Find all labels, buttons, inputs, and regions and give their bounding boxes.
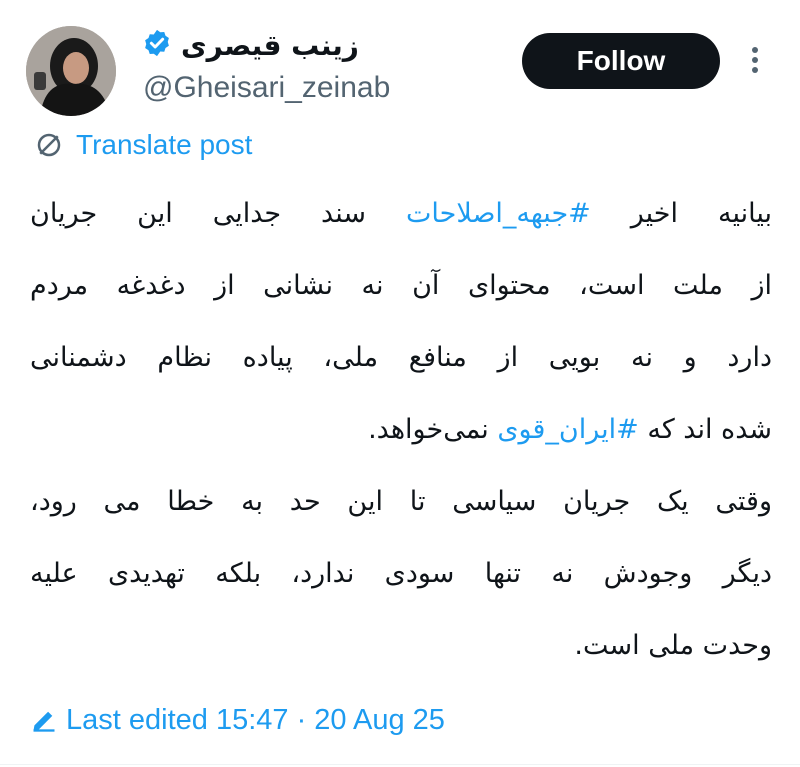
- tweet-line: شده اند که #ایران_قوی نمی‌خواهد.: [30, 394, 772, 466]
- tweet-line: بیانیه اخیر #جبهه_اصلاحات سند جدایی این …: [30, 178, 772, 250]
- last-edited-label: Last edited 15:47 · 20 Aug 25: [66, 703, 445, 736]
- follow-button[interactable]: Follow: [522, 33, 720, 89]
- translate-globe-icon: [37, 133, 61, 157]
- translate-post-label: Translate post: [76, 129, 253, 160]
- tweet-line: دیگر وجودش نه تنها سودی ندارد، بلکه تهدی…: [30, 538, 772, 610]
- username[interactable]: @Gheisari_zeinab: [143, 69, 390, 107]
- tweet-text-segment: سند جدایی این جریان: [30, 198, 406, 229]
- display-name-text: زینب قیصری: [181, 29, 359, 62]
- avatar[interactable]: [26, 26, 116, 116]
- tweet-line: از ملت است، محتوای آن نه نشانی از دغدغه …: [30, 250, 772, 322]
- tweet-text-segment: بیانیه اخیر: [590, 198, 772, 229]
- divider: [0, 764, 800, 765]
- translate-post-link[interactable]: Translate post: [34, 125, 252, 165]
- tweet-text-segment: نمی‌خواهد.: [368, 414, 498, 445]
- tweet-line: دارد و نه بویی از منافع ملی، پیاده نظام …: [30, 322, 772, 394]
- tweet-text-segment: از ملت است، محتوای آن نه نشانی از دغدغه …: [30, 270, 772, 301]
- last-edited-link[interactable]: Last edited 15:47 · 20 Aug 25: [30, 698, 445, 742]
- verified-badge-icon: [145, 29, 169, 57]
- tweet-text-segment: وحدت ملی است.: [574, 630, 772, 661]
- tweet-text-segment: دارد و نه بویی از منافع ملی، پیاده نظام …: [30, 342, 772, 373]
- tweet-line: وقتی یک جریان سیاسی تا این حد به خطا می …: [30, 466, 772, 538]
- pencil-icon: [33, 711, 55, 732]
- more-options-button[interactable]: [740, 45, 770, 75]
- tweet-text-segment: شده اند که: [638, 414, 772, 445]
- display-name[interactable]: زینب قیصری: [143, 28, 359, 64]
- tweet-text-segment: وقتی یک جریان سیاسی تا این حد به خطا می …: [30, 486, 772, 517]
- hashtag-link[interactable]: #جبهه_اصلاحات: [406, 198, 591, 229]
- avatar-image: [26, 26, 116, 116]
- more-vertical-icon: [752, 47, 758, 73]
- tweet-line: وحدت ملی است.: [30, 610, 772, 682]
- hashtag-link[interactable]: #ایران_قوی: [497, 414, 638, 445]
- tweet-text-segment: دیگر وجودش نه تنها سودی ندارد، بلکه تهدی…: [30, 558, 772, 589]
- tweet-text: بیانیه اخیر #جبهه_اصلاحات سند جدایی این …: [30, 178, 772, 682]
